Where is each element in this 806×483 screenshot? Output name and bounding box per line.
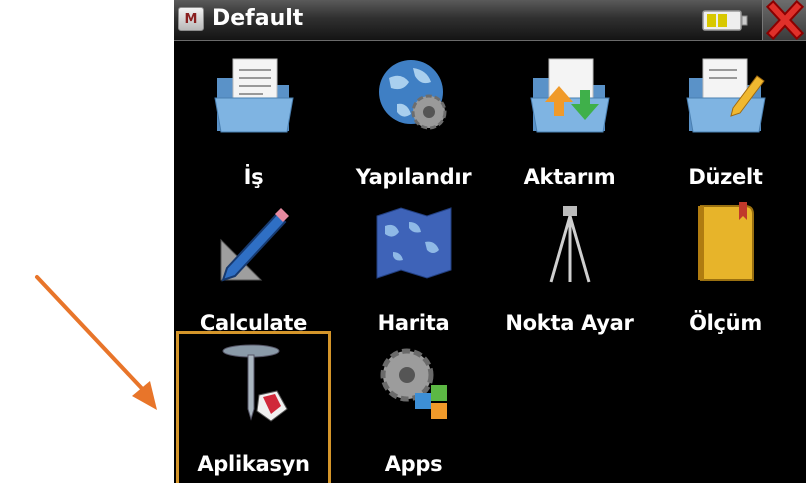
tile-label: Nokta Ayar — [505, 311, 634, 335]
tile-duzelt[interactable]: Düzelt — [648, 44, 803, 204]
globe-gear-icon — [379, 60, 447, 130]
close-button[interactable] — [762, 0, 806, 41]
tile-harita[interactable]: Harita — [336, 190, 491, 350]
device-screen: M Default İş Yapılandır Aktarım Düzelt C… — [174, 0, 806, 483]
pencil-ruler-icon — [220, 208, 289, 282]
app-badge-letter: M — [184, 11, 198, 27]
battery-icon — [702, 10, 748, 31]
tile-calculate[interactable]: Calculate — [176, 190, 331, 350]
tile-apps[interactable]: Apps — [336, 331, 491, 483]
tripod-icon — [549, 206, 591, 283]
tile-label: Apps — [384, 452, 443, 476]
folder-document-icon — [214, 58, 294, 133]
folder-transfer-icon — [530, 58, 610, 133]
window-title: Default — [212, 6, 304, 31]
tile-aplikasyn[interactable]: Aplikasyn — [176, 331, 331, 483]
tile-label: Düzelt — [688, 165, 763, 189]
tile-yapilandir[interactable]: Yapılandır — [336, 44, 491, 204]
tile-label: İş — [243, 165, 264, 189]
tile-label: Aktarım — [523, 165, 616, 189]
gear-apps-icon — [380, 348, 447, 419]
tile-olcum[interactable]: Ölçüm — [648, 190, 803, 350]
title-bar: M Default — [174, 0, 806, 41]
tile-is[interactable]: İş — [176, 44, 331, 204]
close-icon — [765, 0, 805, 41]
map-icon — [376, 207, 452, 279]
annotation-arrow — [35, 275, 157, 410]
stake-out-icon — [222, 344, 288, 422]
yellow-book-icon — [698, 202, 754, 281]
tile-label: Ölçüm — [689, 311, 762, 335]
tile-aktarim[interactable]: Aktarım — [492, 44, 647, 204]
tile-nokta-ayar[interactable]: Nokta Ayar — [492, 190, 647, 350]
folder-edit-icon — [686, 58, 766, 133]
app-menu-button[interactable]: M — [178, 7, 204, 31]
tile-label: Aplikasyn — [197, 452, 310, 476]
tile-label: Yapılandır — [355, 165, 472, 189]
